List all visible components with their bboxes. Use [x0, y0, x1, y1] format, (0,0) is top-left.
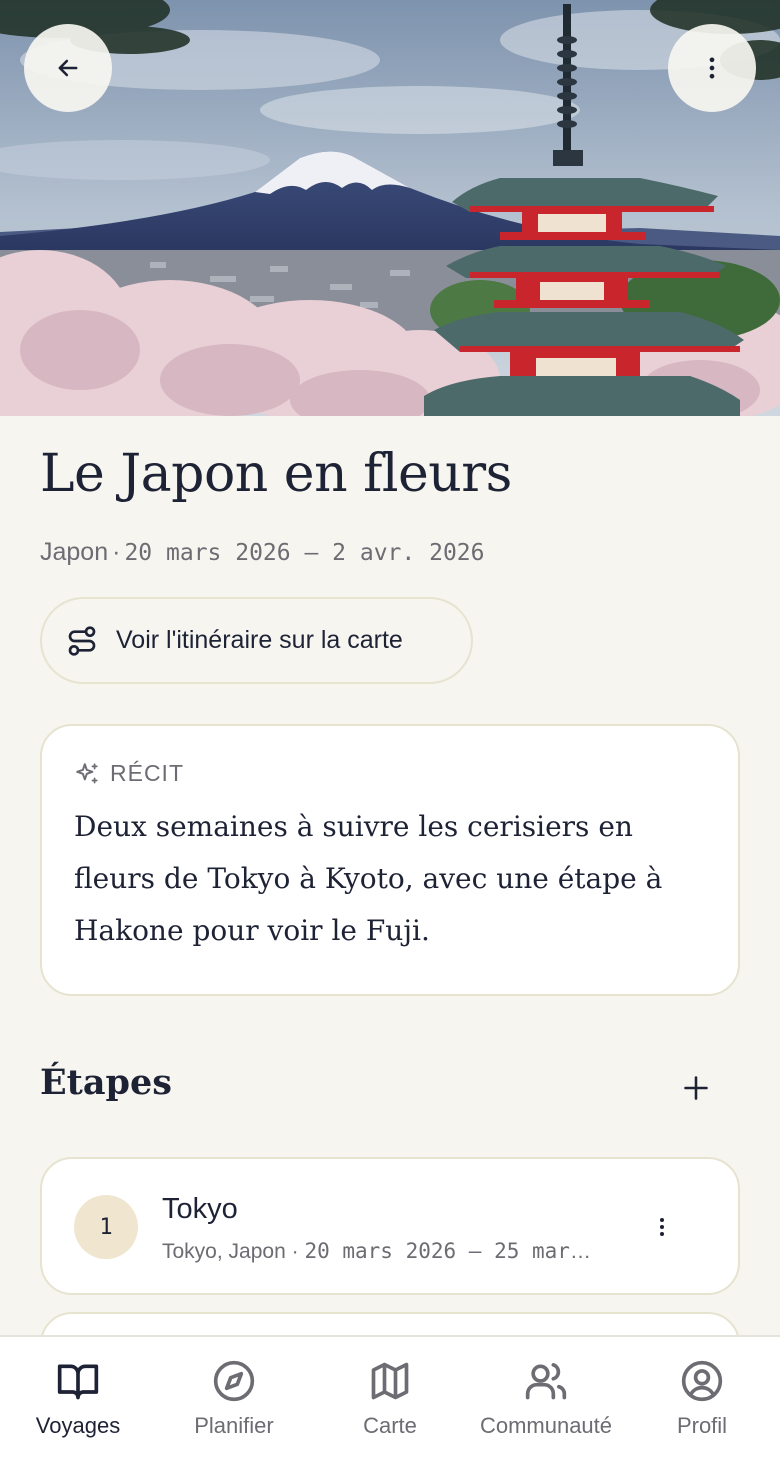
meta-separator: ·	[112, 538, 121, 566]
arrow-left-icon	[58, 59, 78, 77]
book-open-icon	[57, 1364, 99, 1400]
page-title: Le Japon en fleurs	[40, 444, 512, 504]
trip-meta: Japon · 20 mars 2026 – 2 avr. 2026	[40, 538, 484, 567]
story-text: Deux semaines à suivre les cerisiers en …	[74, 810, 663, 947]
view-route-button[interactable]: Voir l'itinéraire sur la carte	[40, 597, 473, 684]
trip-dates: 20 mars 2026 – 2 avr. 2026	[124, 540, 485, 566]
add-stage-button[interactable]	[672, 1064, 720, 1112]
view-route-label: Voir l'itinéraire sur la carte	[116, 626, 403, 654]
stage-details: Tokyo, Japon · 20 mars 2026 – 25 mars 20…	[162, 1239, 602, 1264]
nav-label: Voyages	[35, 1413, 121, 1438]
nav-label: Communauté	[479, 1413, 613, 1438]
more-options-button[interactable]	[668, 24, 756, 112]
route-icon	[68, 625, 96, 656]
nav-label: Carte	[363, 1413, 417, 1438]
story-label: RÉCIT	[110, 760, 184, 786]
hero-image	[0, 0, 780, 416]
nav-item-planifier[interactable]: Planifier	[156, 1337, 312, 1464]
stage-item[interactable]: 1 Tokyo Tokyo, Japon · 20 mars 2026 – 25…	[40, 1157, 740, 1295]
sparkles-icon	[76, 762, 98, 784]
back-button[interactable]	[24, 24, 112, 112]
user-circle-icon	[681, 1360, 723, 1402]
story-header: RÉCIT	[74, 760, 706, 787]
stages-title: Étapes	[40, 1062, 172, 1103]
nav-label: Planifier	[194, 1413, 274, 1438]
compass-icon	[213, 1360, 255, 1402]
nav-item-voyages[interactable]: Voyages	[0, 1337, 156, 1464]
plus-icon	[684, 1076, 708, 1100]
stage-separator: ·	[291, 1240, 299, 1263]
stage-number-badge: 1	[74, 1195, 138, 1259]
stage-name: Tokyo	[162, 1193, 238, 1225]
bottom-navigation: Voyages Planifier Carte Communauté Profi…	[0, 1335, 780, 1464]
hero-illustration	[0, 0, 780, 416]
story-card: RÉCIT Deux semaines à suivre les cerisie…	[40, 724, 740, 996]
more-vertical-icon	[660, 1218, 664, 1236]
trip-country: Japon	[40, 538, 109, 566]
nav-item-communaute[interactable]: Communauté	[468, 1337, 624, 1464]
nav-item-carte[interactable]: Carte	[312, 1337, 468, 1464]
more-vertical-icon	[709, 57, 715, 79]
nav-label: Profil	[676, 1413, 728, 1438]
stage-dates: 20 mars 2026 – 25 mars 2026	[304, 1239, 602, 1263]
stage-more-button[interactable]	[642, 1205, 682, 1249]
stage-location: Tokyo, Japon	[162, 1240, 286, 1263]
nav-item-profil[interactable]: Profil	[624, 1337, 780, 1464]
map-icon	[371, 1362, 409, 1400]
users-icon	[525, 1363, 567, 1400]
